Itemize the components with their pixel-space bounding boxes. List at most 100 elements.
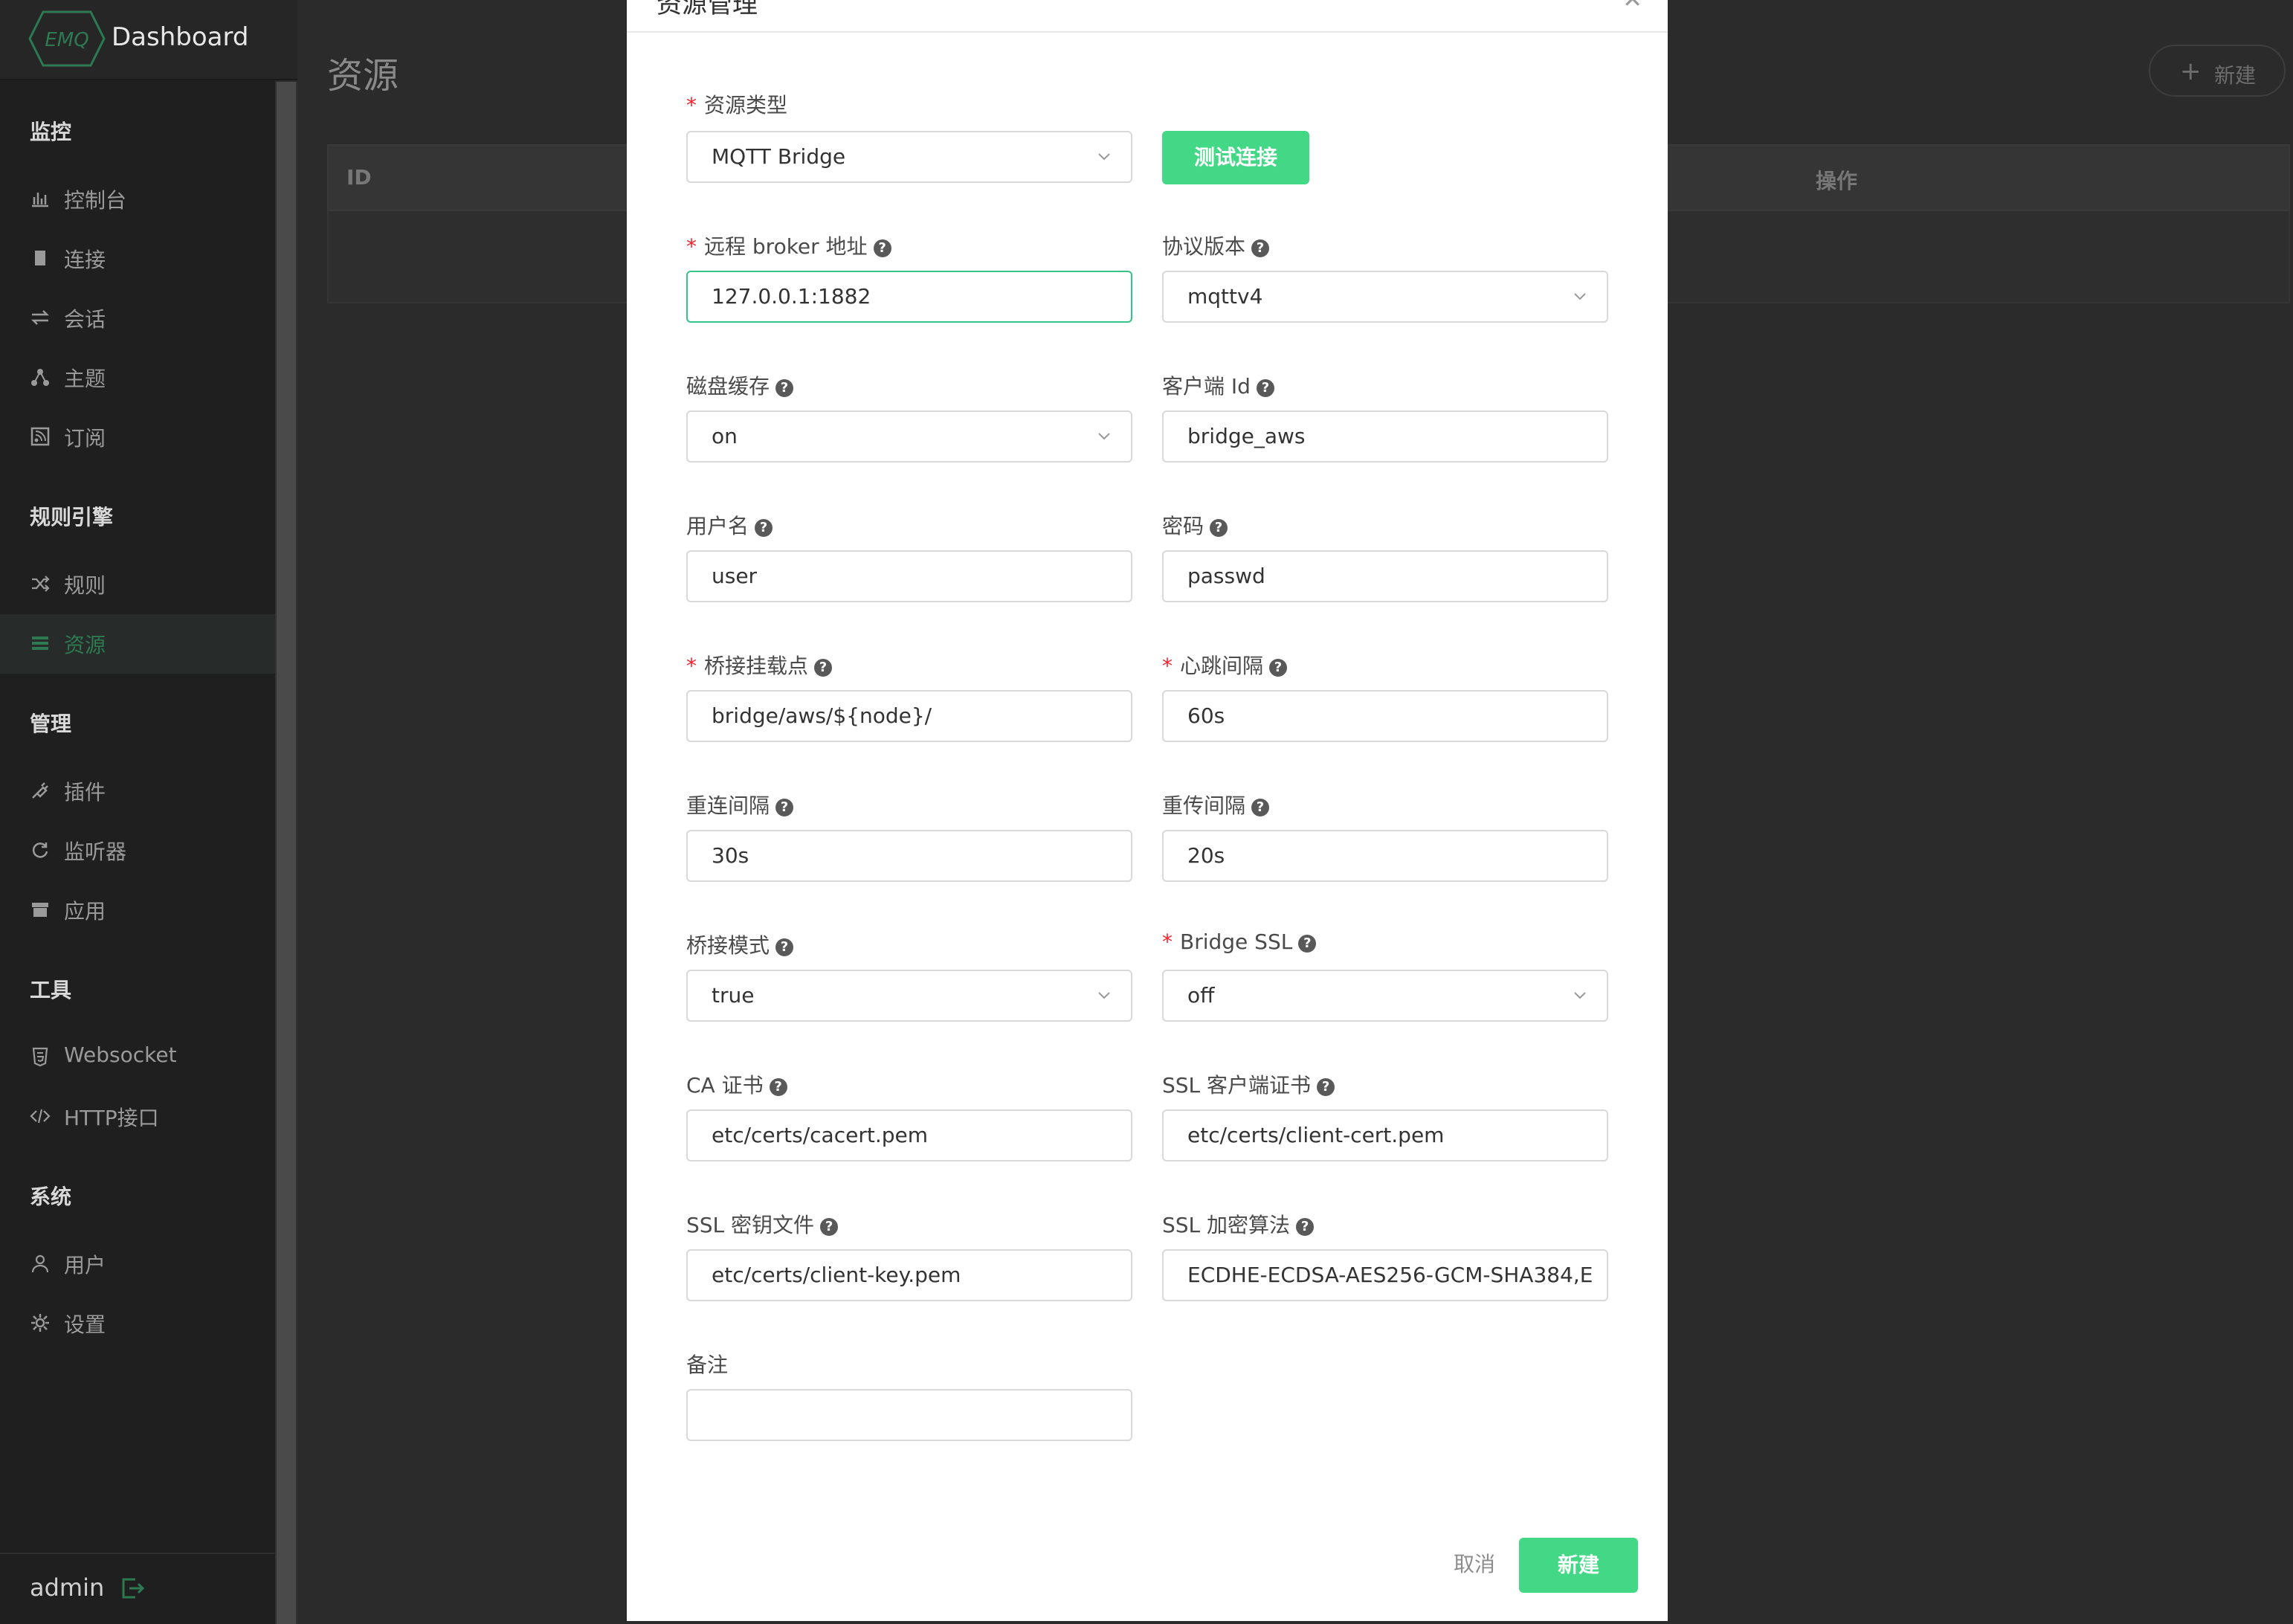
question-icon[interactable]: ?: [873, 239, 891, 257]
bridge-ssl-select[interactable]: off: [1162, 970, 1608, 1022]
submit-button[interactable]: 新建: [1519, 1538, 1638, 1593]
document-icon: [30, 248, 51, 268]
client-id-input[interactable]: bridge_aws: [1162, 410, 1608, 463]
sidebar-item-rules[interactable]: 规则: [0, 555, 275, 614]
sidebar-item-dashboard[interactable]: 控制台: [0, 170, 275, 229]
question-icon[interactable]: ?: [1210, 519, 1228, 537]
resource-type-select[interactable]: MQTT Bridge: [686, 131, 1132, 183]
nav-group-monitor: 监控: [30, 120, 72, 144]
logo-text: EMQ: [45, 29, 88, 51]
key-file-label: SSL 密钥文件?: [686, 1209, 839, 1239]
sidebar-item-label: 监听器: [64, 840, 127, 864]
sidebar-item-label: 订阅: [64, 426, 106, 451]
sidebar-item-websocket[interactable]: Websocket: [0, 1028, 275, 1087]
logout-icon[interactable]: [119, 1575, 146, 1602]
swap-icon: [30, 307, 51, 328]
user-icon: [30, 1253, 51, 1274]
mountpoint-input[interactable]: bridge/aws/${node}/: [686, 690, 1132, 742]
sidebar-item-label: 应用: [64, 899, 106, 924]
resource-modal: 资源管理 ✕ *资源类型 MQTT Bridge 测试连接 *远程 broker…: [627, 0, 1668, 1621]
question-icon[interactable]: ?: [775, 938, 794, 956]
sidebar-item-label: 连接: [64, 248, 106, 272]
new-resource-button[interactable]: + 新建: [2149, 45, 2286, 97]
archive-icon: [30, 899, 51, 920]
bridge-mode-select[interactable]: true: [686, 970, 1132, 1022]
question-icon[interactable]: ?: [769, 1078, 787, 1096]
question-icon[interactable]: ?: [755, 519, 773, 537]
question-icon[interactable]: ?: [1251, 239, 1270, 257]
required-mark: *: [686, 654, 697, 678]
sidebar-item-applications[interactable]: 应用: [0, 880, 275, 940]
ca-cert-label: CA 证书?: [686, 1069, 787, 1099]
sidebar-item-plugins[interactable]: 插件: [0, 761, 275, 821]
required-mark: *: [686, 234, 697, 259]
sidebar-item-label: 规则: [64, 573, 106, 598]
question-icon[interactable]: ?: [1251, 799, 1270, 816]
protocol-version-label: 协议版本?: [1162, 231, 1270, 260]
password-input[interactable]: passwd: [1162, 550, 1608, 602]
ciphers-input[interactable]: ECDHE-ECDSA-AES256-GCM-SHA384,E: [1162, 1249, 1608, 1301]
sidebar-item-label: 插件: [64, 780, 106, 805]
rss-icon: [30, 426, 51, 447]
keepalive-input[interactable]: 60s: [1162, 690, 1608, 742]
question-icon[interactable]: ?: [1298, 935, 1317, 953]
plug-icon: [30, 780, 51, 801]
retry-interval-input[interactable]: 20s: [1162, 830, 1608, 882]
client-id-label: 客户端 Id?: [1162, 370, 1274, 400]
sidebar: EMQ Dashboard 监控 控制台 连接 会话 主题 订阅 规则引擎 规则…: [0, 0, 297, 1624]
sidebar-item-label: 设置: [64, 1312, 106, 1337]
sidebar-item-settings[interactable]: 设置: [0, 1294, 275, 1353]
ciphers-label: SSL 加密算法?: [1162, 1209, 1315, 1239]
question-icon[interactable]: ?: [775, 799, 794, 816]
sidebar-item-resources[interactable]: 资源: [0, 614, 275, 674]
nav-group-tools: 工具: [30, 978, 72, 1002]
question-icon[interactable]: ?: [1317, 1078, 1335, 1096]
chevron-down-icon: [1574, 293, 1586, 300]
question-icon[interactable]: ?: [1269, 659, 1288, 677]
modal-header: 资源管理 ✕: [627, 0, 1668, 33]
username-input[interactable]: user: [686, 550, 1132, 602]
gear-icon: [30, 1312, 51, 1333]
chevron-down-icon: [1098, 992, 1110, 999]
sidebar-item-connections[interactable]: 连接: [0, 229, 275, 289]
sidebar-scrollbar-thumb[interactable]: [277, 82, 296, 1624]
question-icon[interactable]: ?: [814, 659, 833, 677]
ca-cert-input[interactable]: etc/certs/cacert.pem: [686, 1109, 1132, 1161]
close-icon[interactable]: ✕: [1622, 0, 1642, 13]
app-title: Dashboard: [112, 22, 249, 52]
bridge-ssl-label: * Bridge SSL?: [1162, 929, 1317, 954]
emq-logo-icon: EMQ: [28, 10, 106, 67]
sidebar-item-listeners[interactable]: 监听器: [0, 821, 275, 880]
chevron-down-icon: [1098, 153, 1110, 161]
current-user: admin: [30, 1573, 105, 1602]
test-connection-button[interactable]: 测试连接: [1162, 131, 1309, 184]
sidebar-item-sessions[interactable]: 会话: [0, 289, 275, 348]
client-cert-input[interactable]: etc/certs/client-cert.pem: [1162, 1109, 1608, 1161]
question-icon[interactable]: ?: [820, 1218, 839, 1236]
sidebar-item-topics[interactable]: 主题: [0, 348, 275, 407]
modal-title: 资源管理: [657, 0, 758, 19]
cancel-button[interactable]: 取消: [1422, 1535, 1526, 1594]
sidebar-item-label: Websocket: [64, 1043, 177, 1067]
sidebar-item-users[interactable]: 用户: [0, 1234, 275, 1294]
broker-address-input[interactable]: 127.0.0.1:1882: [686, 271, 1132, 323]
sidebar-item-label: HTTP接口: [64, 1106, 159, 1130]
retry-interval-label: 重传间隔?: [1162, 790, 1270, 819]
bar-chart-icon: [30, 188, 51, 209]
reconnect-interval-input[interactable]: 30s: [686, 830, 1132, 882]
list-icon: [30, 633, 51, 654]
protocol-version-select[interactable]: mqttv4: [1162, 271, 1608, 323]
html5-icon: [30, 1046, 51, 1067]
question-icon[interactable]: ?: [1256, 379, 1274, 397]
chevron-down-icon: [1098, 433, 1110, 440]
key-file-input[interactable]: etc/certs/client-key.pem: [686, 1249, 1132, 1301]
nav-group-system: 系统: [30, 1185, 72, 1209]
client-cert-label: SSL 客户端证书?: [1162, 1069, 1335, 1099]
disk-cache-select[interactable]: on: [686, 410, 1132, 463]
keepalive-label: * 心跳间隔?: [1162, 650, 1288, 680]
description-input[interactable]: [686, 1389, 1132, 1441]
sidebar-item-http-api[interactable]: HTTP接口: [0, 1087, 275, 1147]
question-icon[interactable]: ?: [1296, 1218, 1315, 1236]
question-icon[interactable]: ?: [775, 379, 794, 397]
sidebar-item-subscriptions[interactable]: 订阅: [0, 407, 275, 467]
